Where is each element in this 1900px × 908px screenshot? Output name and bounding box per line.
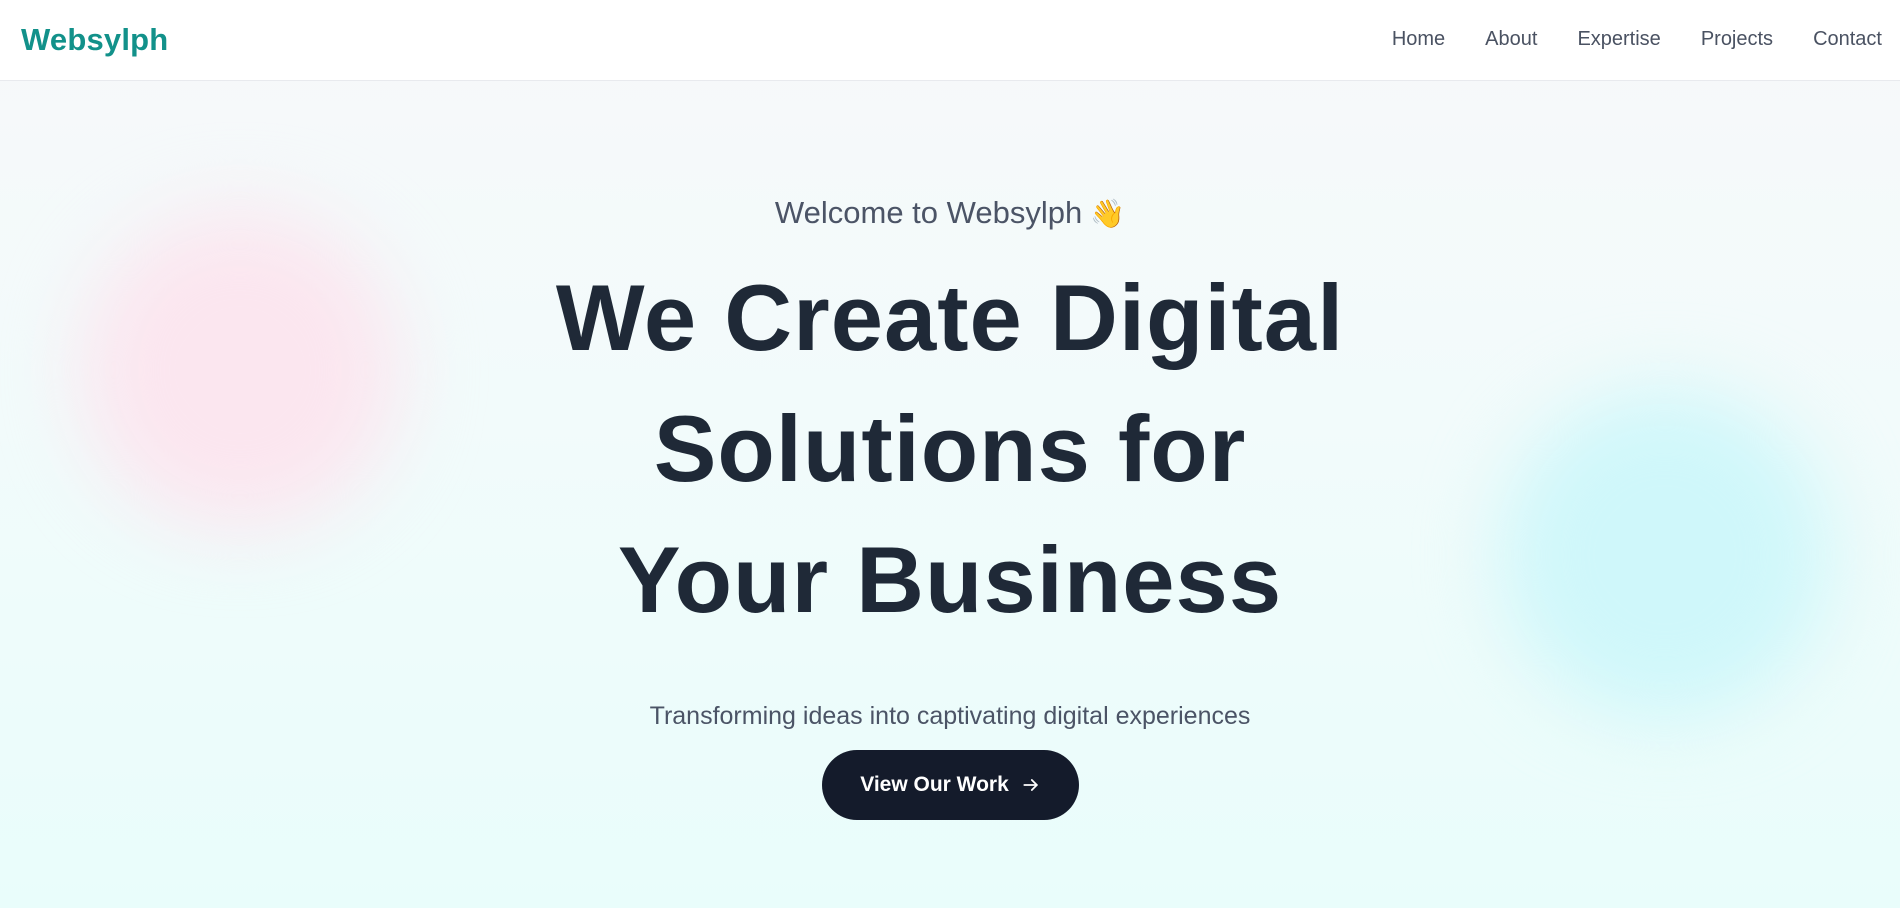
nav-link-projects[interactable]: Projects: [1701, 28, 1773, 51]
hero-subtitle: Transforming ideas into captivating digi…: [649, 702, 1251, 730]
page: Websylph Home About Expertise Projects C…: [0, 0, 1900, 908]
waving-hand-icon: 👋: [1090, 198, 1126, 229]
hero-section: Welcome to Websylph 👋 We Create Digital S…: [0, 0, 1900, 908]
welcome-label: Welcome to Websylph: [774, 195, 1083, 230]
headline-line-3: Your Business: [617, 527, 1283, 632]
headline-line-1: We Create Digital: [555, 265, 1345, 370]
cta-label: View Our Work: [860, 773, 1009, 796]
nav-menu: Home About Expertise Projects Contact: [1392, 28, 1882, 51]
nav-link-about[interactable]: About: [1485, 28, 1537, 51]
welcome-text: Welcome to Websylph 👋: [0, 195, 1900, 231]
navbar: Websylph Home About Expertise Projects C…: [0, 0, 1900, 81]
view-our-work-button[interactable]: View Our Work: [822, 750, 1079, 820]
nav-link-expertise[interactable]: Expertise: [1577, 28, 1660, 51]
brand-logo[interactable]: Websylph: [21, 22, 168, 58]
arrow-right-icon: [1023, 779, 1038, 791]
nav-link-contact[interactable]: Contact: [1813, 28, 1882, 51]
hero-headline: We Create Digital Solutions for Your Bus…: [0, 252, 1900, 645]
headline-line-2: Solutions for: [653, 396, 1247, 501]
nav-link-home[interactable]: Home: [1392, 28, 1445, 51]
